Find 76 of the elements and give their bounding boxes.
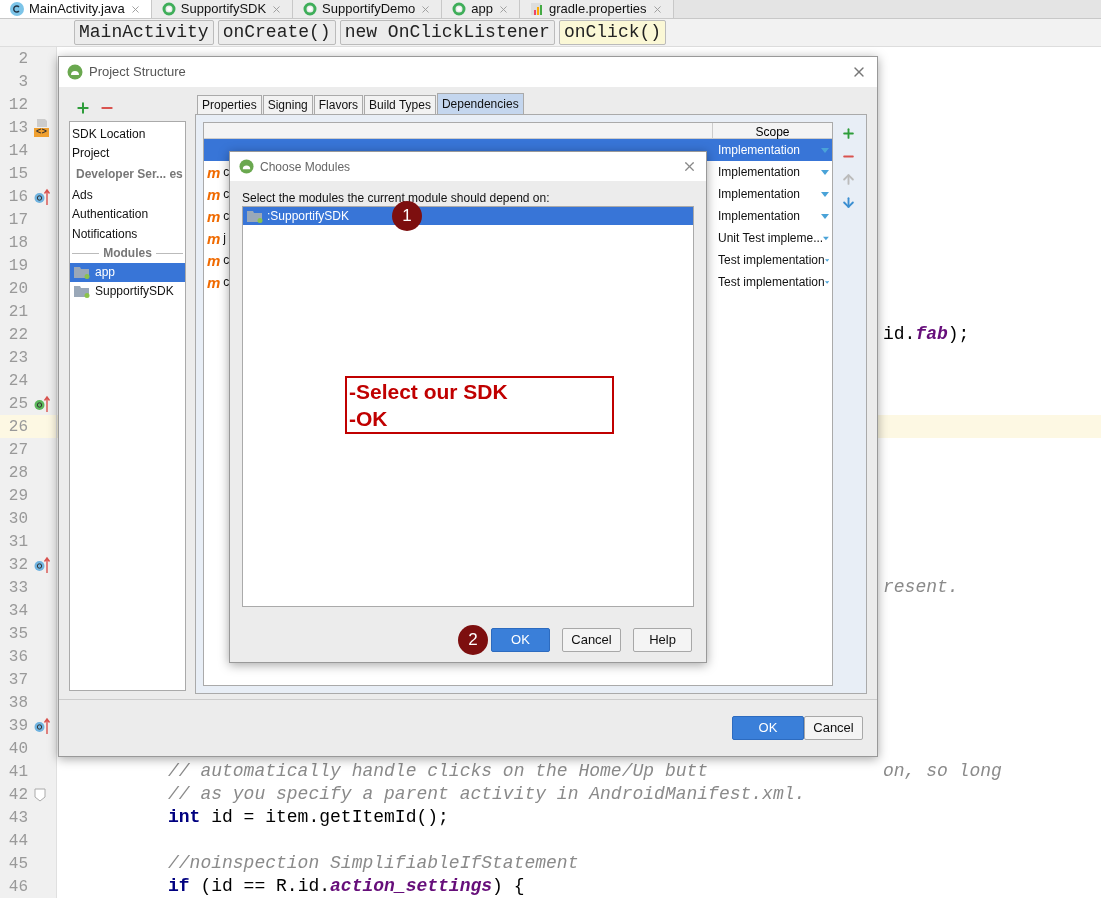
line-number: 20 <box>7 278 28 300</box>
line-number: 33 <box>7 577 28 599</box>
line-number: 2 <box>17 48 28 70</box>
sidebar-heading: Modules <box>103 245 152 262</box>
line-number: 34 <box>7 600 28 622</box>
tab-label: MainActivity.java <box>29 0 125 19</box>
line-number: 38 <box>7 692 28 714</box>
annotation-text: -Select our SDK <box>349 379 509 405</box>
table-cell-text: Implementation <box>718 208 801 225</box>
maven-icon: m <box>207 208 221 224</box>
table-cell-text: Test implementation <box>718 252 825 269</box>
line-number: 43 <box>7 807 28 829</box>
line-number: 32 <box>7 554 28 576</box>
code-line: //noinspection SimplifiableIfStatement <box>168 853 579 873</box>
line-number: 17 <box>7 209 28 231</box>
dialog-title: Project Structure <box>89 63 186 82</box>
line-number: 23 <box>7 347 28 369</box>
table-cell-text: Test implementation <box>718 274 825 291</box>
line-number: 36 <box>7 646 28 668</box>
table-cell-text: Implementation <box>718 164 801 181</box>
table-cell-text: c <box>223 164 230 181</box>
line-number: 29 <box>7 485 28 507</box>
column-header: Scope <box>754 124 791 138</box>
code-text: id.fab); <box>883 324 970 344</box>
line-number: 30 <box>7 508 28 530</box>
line-number: 46 <box>7 876 28 898</box>
line-number: 27 <box>7 439 28 461</box>
table-cell-text: Implementation <box>718 186 801 203</box>
tab-label: SupportifySDK <box>180 0 267 19</box>
maven-icon: m <box>207 274 221 290</box>
code-line: // as you specify a parent activity in AndroidManifest.xml. <box>168 784 806 804</box>
code-text: resent. <box>883 577 959 597</box>
line-number: 40 <box>7 738 28 760</box>
table-cell-text: c <box>223 274 230 291</box>
line-number: 14 <box>7 140 28 162</box>
annotation-text: -OK <box>349 406 389 432</box>
line-number: 15 <box>7 163 28 185</box>
maven-icon: m <box>207 252 221 268</box>
line-number: 16 <box>7 186 28 208</box>
tab-label: gradle.properties <box>549 0 647 19</box>
dialog-title: Choose Modules <box>260 158 351 176</box>
code-line: // automatically handle clicks on the Home/Up butt <box>168 761 709 781</box>
line-number: 12 <box>7 94 28 116</box>
maven-icon: m <box>207 230 221 246</box>
code-text: on, so long <box>883 761 1002 781</box>
maven-icon: m <box>207 186 221 202</box>
line-number: 31 <box>7 531 28 553</box>
tab-label: SupportifyDemo <box>322 0 416 19</box>
table-cell-text: Implementation <box>718 142 801 159</box>
line-number: 41 <box>7 761 28 783</box>
line-number: 19 <box>7 255 28 277</box>
line-number: 26 <box>7 416 28 438</box>
line-number: 35 <box>7 623 28 645</box>
table-cell-text: j <box>223 230 226 247</box>
line-number: 28 <box>7 462 28 484</box>
code-line: if (id == R.id.action_settings) { <box>168 876 525 896</box>
table-cell-text: c <box>223 252 230 269</box>
table-cell-text: Unit Test impleme... <box>718 230 824 247</box>
line-number: 13 <box>7 117 28 139</box>
line-number: 45 <box>7 853 28 875</box>
line-number: 21 <box>7 301 28 323</box>
line-number: 18 <box>7 232 28 254</box>
sidebar-heading: Developer Ser... es <box>75 166 184 183</box>
line-number: 3 <box>17 71 28 93</box>
maven-icon: m <box>207 164 221 180</box>
line-number: 22 <box>7 324 28 346</box>
line-number: 39 <box>7 715 28 737</box>
line-number: 42 <box>7 784 28 806</box>
table-cell-text: c <box>223 186 230 203</box>
line-number: 44 <box>7 830 28 852</box>
code-line: int id = item.getItemId(); <box>168 807 449 827</box>
line-number: 24 <box>7 370 28 392</box>
line-number: 37 <box>7 669 28 691</box>
tab-label: app <box>471 0 494 19</box>
table-cell-text: c <box>223 208 230 225</box>
line-number: 25 <box>7 393 28 415</box>
